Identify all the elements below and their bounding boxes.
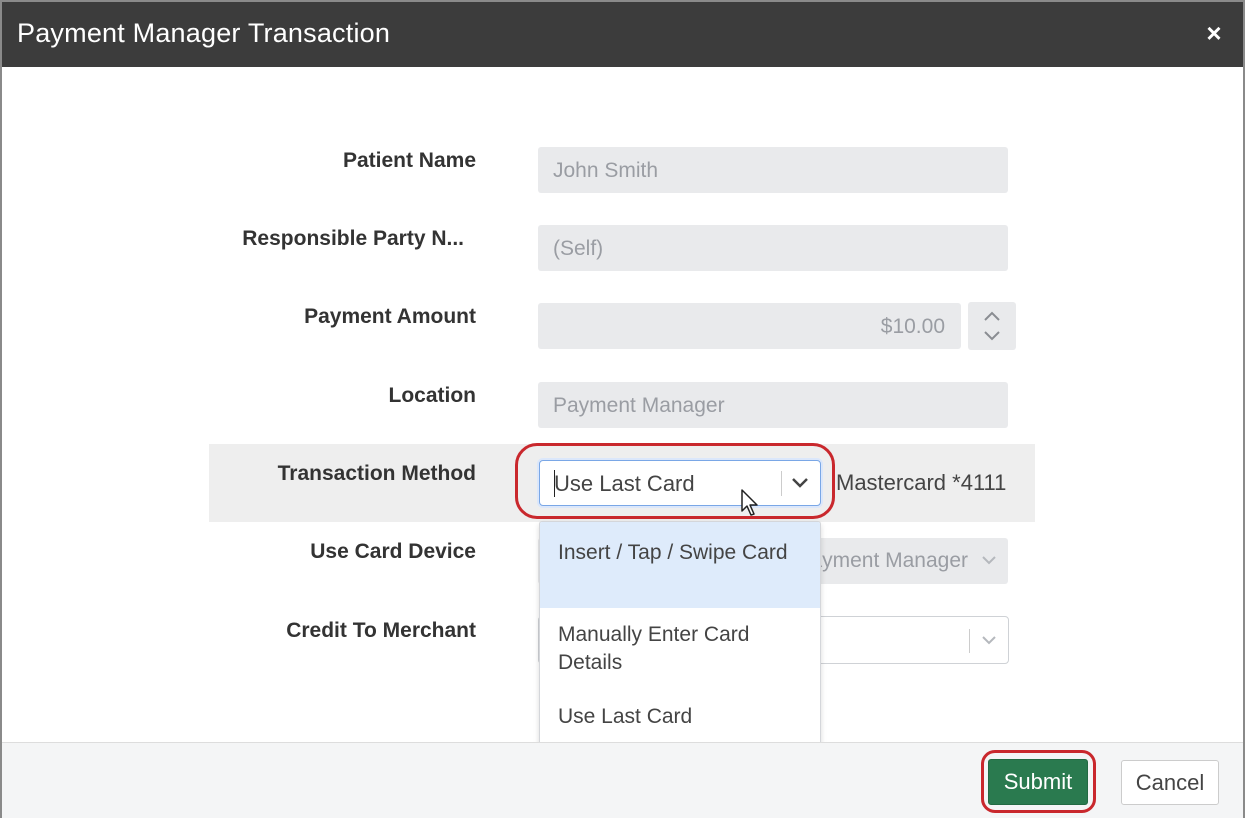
dialog-title: Payment Manager Transaction [17,18,391,48]
chevron-down-icon [982,556,996,565]
chevron-down-icon[interactable] [790,474,810,492]
location-label: Location [388,384,477,407]
chevron-down-icon [982,636,996,645]
responsible-party-field[interactable]: (Self) [538,225,1008,271]
card-info-text: Mastercard *4111 [836,470,1007,495]
close-icon[interactable]: × [1201,20,1227,46]
dropdown-option-use-last-card[interactable]: Use Last Card [540,688,820,748]
payment-manager-dialog: Payment Manager Transaction × Patient Na… [0,0,1245,818]
select-separator [969,629,970,653]
credit-to-merchant-label: Credit To Merchant [286,619,476,642]
use-card-device-value: Payment Manager [796,549,968,572]
select-separator [781,471,782,496]
patient-name-label: Patient Name [342,149,476,172]
transaction-method-select[interactable]: Use Last Card [539,460,821,506]
cancel-button[interactable]: Cancel [1121,760,1219,805]
location-field[interactable]: Payment Manager [538,382,1008,428]
transaction-method-dropdown: Insert / Tap / Swipe Card Manually Enter… [539,521,821,749]
use-card-device-label: Use Card Device [310,540,476,563]
amount-stepper[interactable] [968,302,1016,350]
payment-amount-label: Payment Amount [304,305,476,328]
responsible-party-label: Responsible Party N... [242,227,464,250]
transaction-method-value: Use Last Card [554,471,695,496]
mouse-pointer-icon [741,489,758,516]
transaction-method-label: Transaction Method [277,462,476,485]
patient-name-field[interactable]: John Smith [538,147,1008,193]
stepper-arrows-icon [984,311,1000,341]
submit-button[interactable]: Submit [988,759,1088,805]
payment-amount-field[interactable]: $10.00 [538,303,961,349]
dropdown-option-insert-tap-swipe[interactable]: Insert / Tap / Swipe Card [540,522,820,608]
dialog-titlebar: Payment Manager Transaction × [2,2,1243,67]
dropdown-option-manual-entry[interactable]: Manually Enter Card Details [540,608,820,688]
